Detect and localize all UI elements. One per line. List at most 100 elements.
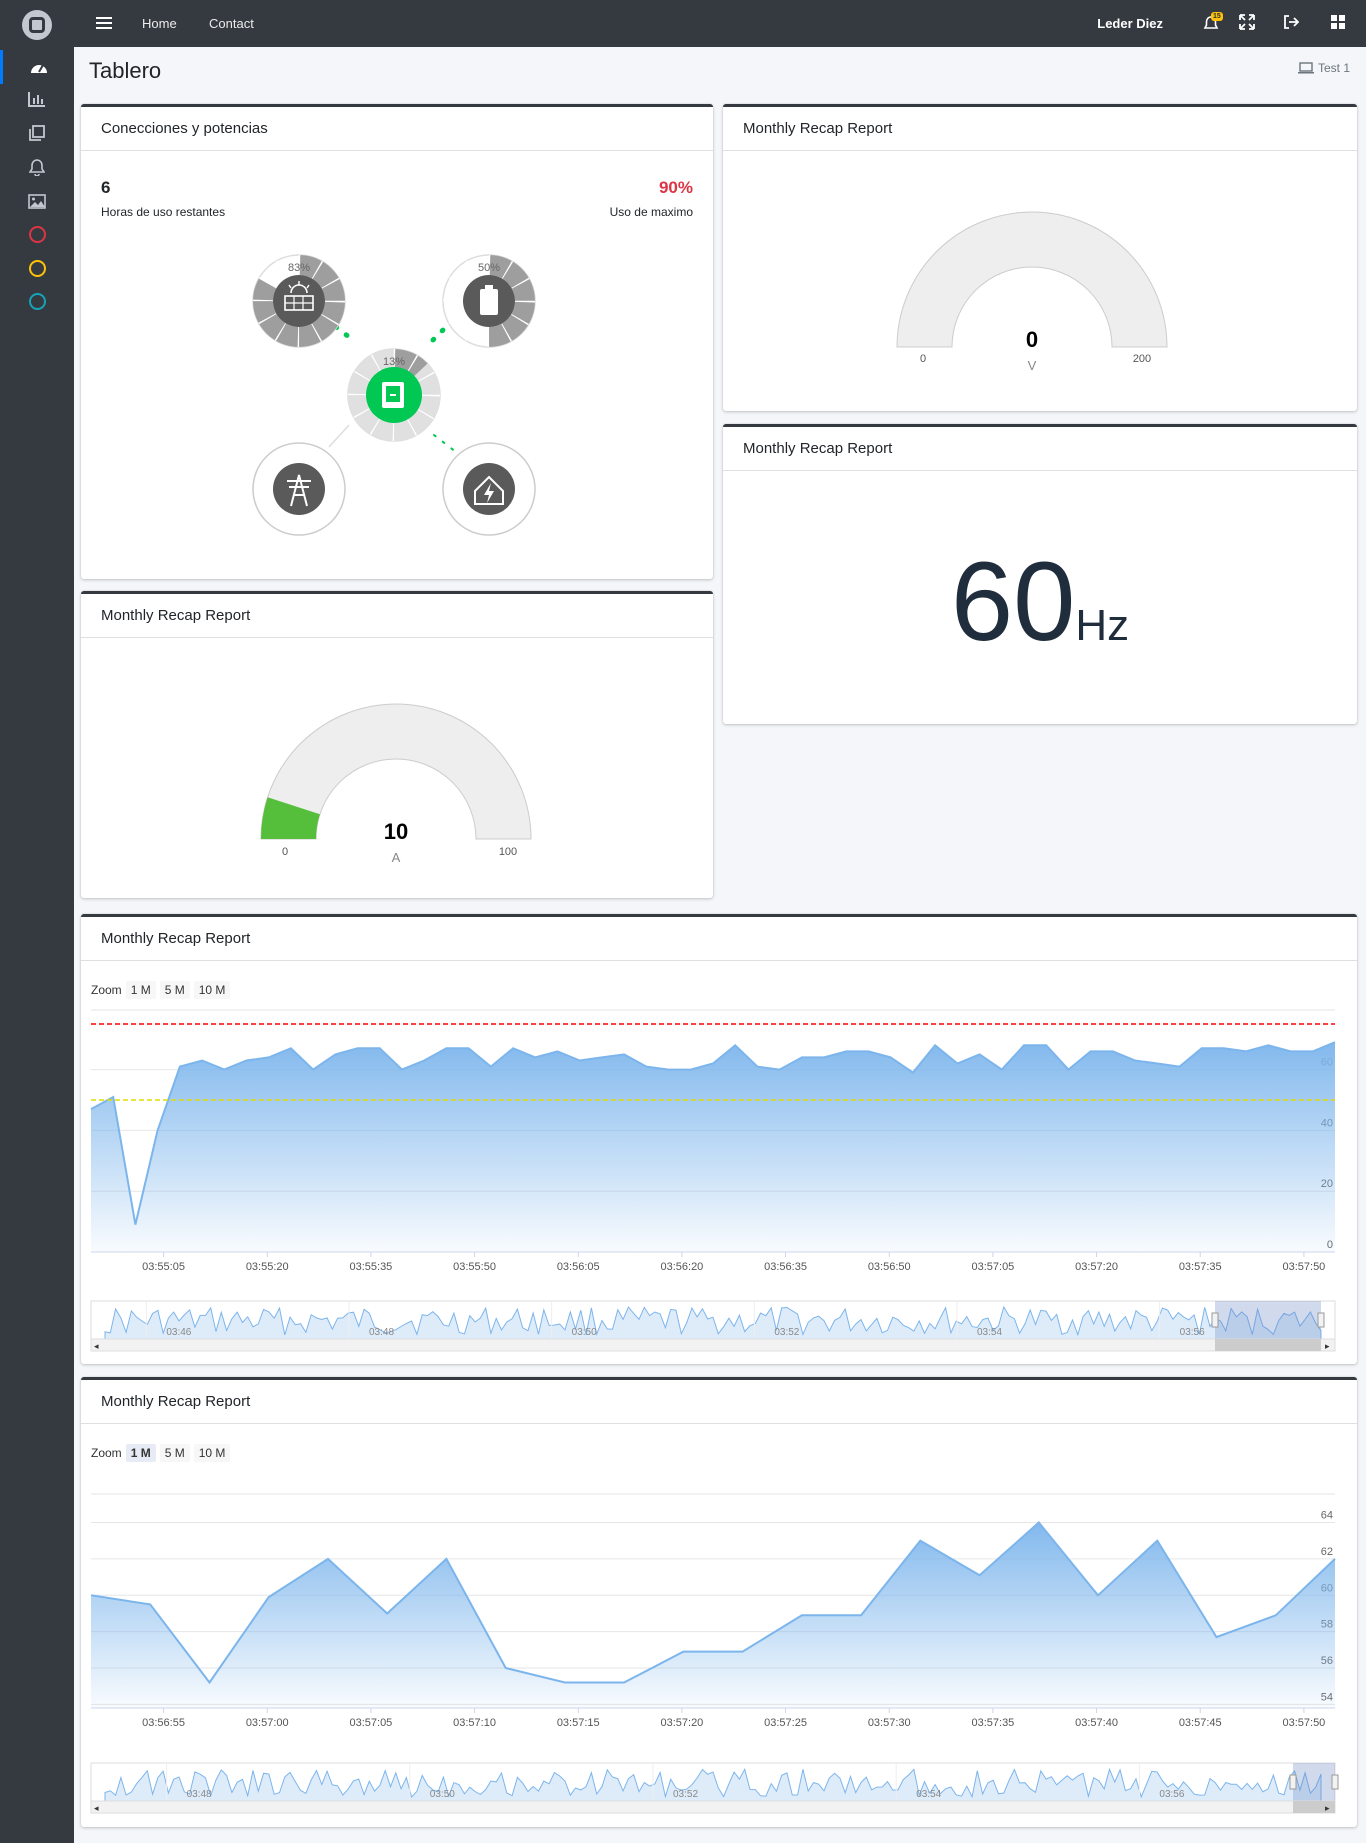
- chart2-x-tick-label: 03:57:20: [660, 1717, 703, 1729]
- menu-toggle-icon[interactable]: [96, 16, 112, 30]
- breadcrumb-label: Test 1: [1317, 61, 1350, 75]
- chart2-navigator-label: 03:50: [430, 1789, 455, 1800]
- voltage-max: 200: [1133, 353, 1151, 365]
- sidebar-item-alerts[interactable]: [0, 150, 74, 184]
- sidebar-item-status-teal[interactable]: [0, 284, 74, 318]
- sidebar-item-copy[interactable]: [0, 116, 74, 150]
- chart1-x-tick-label: 03:57:20: [1075, 1261, 1118, 1273]
- connections-card: Conecciones y potencias 6 Horas de uso r…: [81, 104, 713, 579]
- voltage-card: Monthly Recap Report 0 V 0 200: [723, 104, 1357, 411]
- chart1-card: Monthly Recap Report Zoom 1 M 5 M 10 M 0…: [81, 914, 1357, 1364]
- chart2-scrollbar: [90, 1800, 1336, 1814]
- home-node[interactable]: [442, 442, 536, 536]
- battery-percent: 50%: [478, 262, 500, 274]
- sign-out-icon: [1284, 15, 1300, 29]
- chart1-x-tick-label: 03:56:05: [557, 1261, 600, 1273]
- chart1-x-tick-label: 03:57:05: [971, 1261, 1014, 1273]
- frequency-card-title: Monthly Recap Report: [723, 427, 1357, 471]
- chart1-x-tick-label: 03:56:35: [764, 1261, 807, 1273]
- chart2-navigator-label: 03:52: [673, 1789, 698, 1800]
- chart2-navigator-label: 03:56: [1159, 1789, 1184, 1800]
- chart1-navigator-handle-left: [1211, 1312, 1219, 1328]
- chart2-navigator-handle-left: [1289, 1774, 1297, 1790]
- solar-panel-node[interactable]: 83%: [252, 254, 346, 348]
- chart1-navigator-label: 03:48: [369, 1327, 394, 1338]
- chart1-x-tick-label: 03:55:35: [349, 1261, 392, 1273]
- chart1-navigator-label: 03:50: [572, 1327, 597, 1338]
- chart2-y-tick-label: 62: [1321, 1546, 1333, 1558]
- chart1-navigator-label: 03:52: [774, 1327, 799, 1338]
- page-title: Tablero: [89, 58, 162, 83]
- voltage-min: 0: [920, 353, 926, 365]
- battery-icon: [480, 285, 498, 315]
- sidebar: [0, 0, 74, 1843]
- breadcrumb[interactable]: Test 1: [1297, 61, 1350, 75]
- sidebar-item-status-yellow[interactable]: [0, 251, 74, 285]
- nav-contact-link[interactable]: Contact: [209, 16, 254, 31]
- energy-flow-diagram: 83% 50% 13%: [252, 254, 536, 536]
- user-name[interactable]: Leder Diez: [1097, 16, 1163, 31]
- notifications-badge: 15: [1211, 12, 1223, 21]
- current-gauge: 10 A 0 100: [260, 703, 532, 865]
- chart2-x-tick-label: 03:57:10: [453, 1717, 496, 1729]
- sidebar-item-gallery[interactable]: [0, 184, 74, 218]
- chart2-card: Monthly Recap Report Zoom 1 M 5 M 10 M 5…: [81, 1377, 1357, 1827]
- frequency-value: 60: [950, 539, 1076, 664]
- chart1-scrollbar: [90, 1338, 1336, 1352]
- chart2-x-tick-label: 03:57:40: [1075, 1717, 1118, 1729]
- chart2-scroll-left-arrow: ◂: [94, 1804, 99, 1814]
- frequency-card: Monthly Recap Report 60Hz: [723, 424, 1357, 724]
- nav-home-link[interactable]: Home: [142, 16, 177, 31]
- sidebar-item-status-red[interactable]: [0, 217, 74, 251]
- chart2-x-tick-label: 03:57:45: [1179, 1717, 1222, 1729]
- current-max: 100: [499, 846, 517, 858]
- sidebar-item-charts[interactable]: [0, 82, 74, 116]
- chart1-navigator-handle-right: [1317, 1312, 1325, 1328]
- fullscreen-button[interactable]: [1239, 14, 1255, 35]
- chart2-plot: 54565860626403:56:5503:57:0003:57:0503:5…: [90, 1493, 1339, 1814]
- current-unit: A: [392, 850, 401, 865]
- chart2-x-tick-label: 03:57:00: [246, 1717, 289, 1729]
- chart2-x-tick-label: 03:57:30: [868, 1717, 911, 1729]
- copy-icon: [29, 125, 45, 141]
- chart2-area: [91, 1522, 1335, 1708]
- bar-chart-icon: [28, 92, 45, 107]
- chart2-navigator-handle-right: [1331, 1774, 1339, 1790]
- battery-node[interactable]: 50%: [442, 254, 536, 348]
- grid-node[interactable]: [252, 442, 346, 536]
- chart1-x-tick-label: 03:57:50: [1282, 1261, 1325, 1273]
- circle-yellow-icon: [28, 259, 46, 277]
- inverter-node[interactable]: 13%: [347, 348, 441, 442]
- notifications-button[interactable]: 15: [1203, 12, 1223, 37]
- apps-button[interactable]: [1330, 14, 1346, 35]
- chart2-x-tick-label: 03:57:25: [764, 1717, 807, 1729]
- grid-icon: [1331, 15, 1345, 29]
- chart1-scroll-left-arrow: ◂: [94, 1342, 99, 1352]
- chart1-scroll-right-arrow: ▸: [1325, 1342, 1330, 1352]
- inverter-icon: [382, 382, 404, 408]
- circle-teal-icon: [28, 292, 46, 310]
- current-card: Monthly Recap Report 10 A 0 100: [81, 591, 713, 898]
- voltage-value: 0: [1026, 327, 1038, 352]
- chart1-x-tick-label: 03:55:20: [246, 1261, 289, 1273]
- chart2-y-tick-label: 64: [1321, 1510, 1333, 1522]
- frequency-display: 60Hz: [723, 537, 1357, 666]
- chart2-navigator-label: 03:48: [187, 1789, 212, 1800]
- top-navbar: Home Contact Leder Diez 15: [74, 0, 1366, 47]
- chart2-x-tick-label: 03:56:55: [142, 1717, 185, 1729]
- current-min: 0: [282, 846, 288, 858]
- chart1-x-tick-label: 03:56:50: [868, 1261, 911, 1273]
- logout-button[interactable]: [1283, 14, 1300, 35]
- chart2-x-tick-label: 03:57:15: [557, 1717, 600, 1729]
- chart1-plot: 020406003:55:0503:55:2003:55:3503:55:500…: [90, 1009, 1336, 1352]
- chart1-area: [91, 1042, 1335, 1252]
- chart2-x-tick-label: 03:57:35: [971, 1717, 1014, 1729]
- chart1-navigator-label: 03:56: [1180, 1327, 1205, 1338]
- sidebar-item-dashboard[interactable]: [0, 50, 74, 84]
- expand-icon: [1239, 14, 1255, 30]
- chart2-x-tick-label: 03:57:05: [349, 1717, 392, 1729]
- chart1-navigator-window: [1215, 1301, 1321, 1339]
- tachometer-icon: [30, 64, 47, 73]
- chart2-navigator-window: [1293, 1763, 1335, 1801]
- brand-logo[interactable]: [22, 10, 52, 40]
